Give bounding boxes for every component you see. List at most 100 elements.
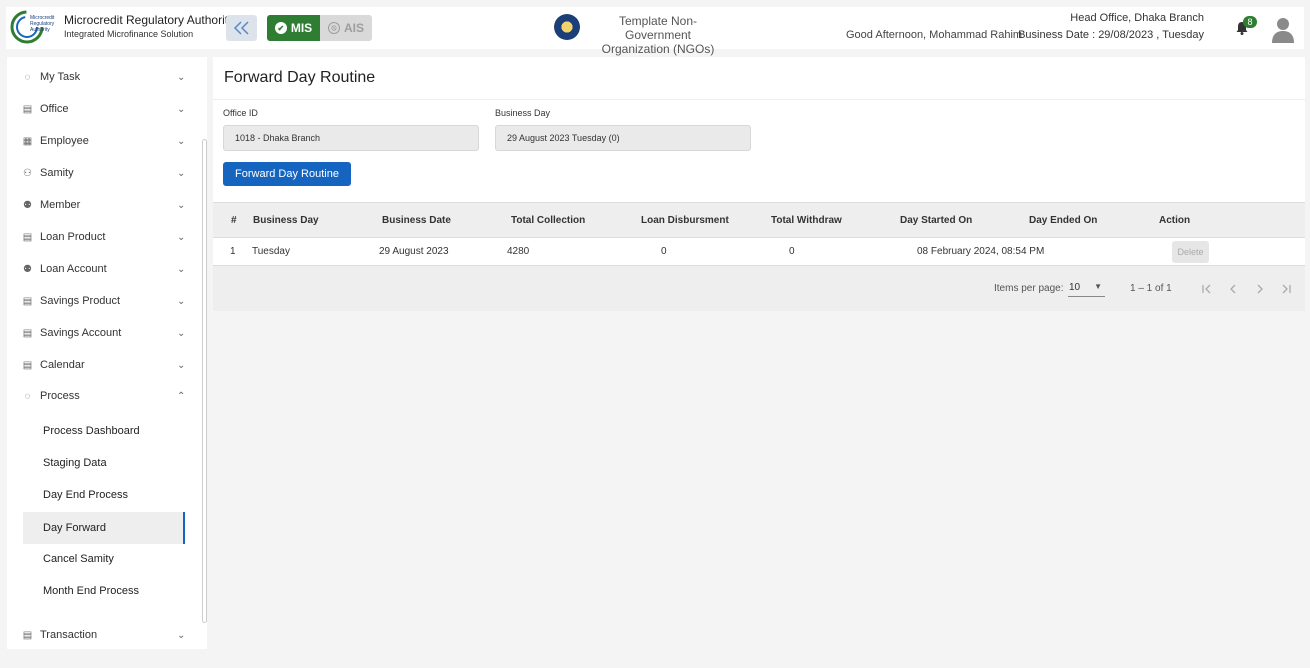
sidebar-item-samity[interactable]: ⚇ Samity ⌄ bbox=[7, 161, 197, 185]
task-icon: ◌ bbox=[24, 71, 31, 83]
office-id-field[interactable]: 1018 - Dhaka Branch bbox=[223, 125, 479, 151]
column-header: Loan Disbursment bbox=[641, 215, 729, 226]
column-header: Total Collection bbox=[511, 215, 586, 226]
column-header: Action bbox=[1159, 215, 1191, 226]
sidebar-item-member[interactable]: ⚉ Member ⌄ bbox=[7, 193, 197, 217]
notification-badge: 8 bbox=[1243, 16, 1257, 28]
member-icon: ⚉ bbox=[23, 199, 32, 211]
page-title: Forward Day Routine bbox=[224, 69, 376, 86]
sidebar-subitem-day-end-process[interactable]: Day End Process bbox=[23, 479, 185, 511]
main-panel: Forward Day Routine Office ID 1018 - Dha… bbox=[213, 57, 1305, 311]
forward-day-routine-button[interactable]: Forward Day Routine bbox=[223, 162, 351, 186]
sidebar-item-label: Process bbox=[40, 390, 80, 402]
office-id-label: Office ID bbox=[223, 108, 258, 118]
check-icon: ✔ bbox=[274, 22, 287, 34]
sidebar-item-label: Loan Account bbox=[40, 263, 107, 275]
sidebar-item-label: Samity bbox=[40, 167, 74, 179]
sidebar-item-label: Savings Product bbox=[40, 295, 121, 307]
loan-product-icon: ▤ bbox=[22, 231, 33, 243]
column-header: Business Day bbox=[253, 215, 319, 226]
branch-name: Head Office, Dhaka Branch bbox=[1070, 12, 1204, 24]
sidebar-scrollbar[interactable] bbox=[202, 139, 207, 623]
items-per-page-select[interactable]: 10 ▼ bbox=[1068, 280, 1105, 297]
brand-title: Microcredit Regulatory Authority bbox=[64, 13, 235, 27]
business-day-label: Business Day bbox=[495, 108, 551, 118]
chevron-down-icon: ⌄ bbox=[177, 263, 186, 275]
savings-account-icon: ▤ bbox=[22, 327, 33, 339]
chevron-down-icon: ⌄ bbox=[177, 135, 186, 147]
sidebar-subitem-process-dashboard[interactable]: Process Dashboard bbox=[23, 415, 185, 447]
double-chevron-left-icon bbox=[233, 21, 249, 35]
sidebar-subitem-staging-data[interactable]: Staging Data bbox=[23, 447, 185, 479]
column-header: # bbox=[231, 215, 237, 226]
chevron-left-icon bbox=[1230, 284, 1236, 294]
sidebar-subitem-month-end-process[interactable]: Month End Process bbox=[23, 575, 185, 607]
user-avatar-icon[interactable] bbox=[1270, 15, 1296, 43]
cell-total-withdraw: 0 bbox=[789, 246, 795, 257]
ngo-name: Template Non-Government Organization (NG… bbox=[601, 14, 715, 56]
business-day-field[interactable]: 29 August 2023 Tuesday (0) bbox=[495, 125, 751, 151]
sidebar-item-label: Employee bbox=[40, 135, 89, 147]
sidebar-item-calendar[interactable]: ▤ Calendar ⌄ bbox=[7, 353, 197, 377]
first-page-button[interactable] bbox=[1198, 280, 1216, 298]
sidebar-item-label: Office bbox=[40, 103, 69, 115]
paginator: Items per page: 10 ▼ 1 – 1 of 1 bbox=[213, 266, 1305, 311]
chevron-down-icon: ⌄ bbox=[177, 71, 186, 83]
table-header: # Business Day Business Date Total Colle… bbox=[213, 202, 1305, 238]
column-header: Day Started On bbox=[900, 215, 973, 226]
next-page-button[interactable] bbox=[1251, 280, 1269, 298]
chevron-down-icon: ⌄ bbox=[177, 295, 186, 307]
sidebar-item-loan-account[interactable]: ⚉ Loan Account ⌄ bbox=[7, 257, 197, 281]
collapse-sidebar-button[interactable] bbox=[226, 15, 257, 41]
ngo-emblem-icon bbox=[554, 14, 580, 40]
sidebar-item-transaction[interactable]: ▤ Transaction ⌄ bbox=[7, 623, 197, 647]
app-header: Microcredit Regulatory Authority Microcr… bbox=[6, 7, 1304, 56]
sidebar-item-label: Calendar bbox=[40, 359, 85, 371]
sidebar-item-loan-product[interactable]: ▤ Loan Product ⌄ bbox=[7, 225, 197, 249]
chevron-down-icon: ⌄ bbox=[177, 629, 186, 641]
chevron-up-icon: ⌃ bbox=[177, 390, 186, 402]
loan-account-icon: ⚉ bbox=[23, 263, 32, 275]
sidebar-item-office[interactable]: ▤ Office ⌄ bbox=[7, 97, 197, 121]
previous-page-button[interactable] bbox=[1224, 280, 1242, 298]
sidebar-item-label: Transaction bbox=[40, 629, 98, 641]
table-row: 1 Tuesday 29 August 2023 4280 0 0 08 Feb… bbox=[213, 238, 1305, 266]
sidebar-item-employee[interactable]: ▦ Employee ⌄ bbox=[7, 129, 197, 153]
cell-num: 1 bbox=[230, 246, 236, 257]
process-icon: ◌ bbox=[24, 390, 31, 402]
sidebar-item-my-task[interactable]: ◌ My Task ⌄ bbox=[7, 65, 197, 89]
mis-toggle-button[interactable]: ✔ MIS bbox=[267, 15, 320, 41]
mis-label: MIS bbox=[290, 21, 313, 35]
ais-toggle-button[interactable]: ⦸ AIS bbox=[320, 15, 372, 41]
sidebar-item-process[interactable]: ◌ Process ⌃ bbox=[7, 384, 197, 408]
chevron-down-icon: ⌄ bbox=[177, 327, 186, 339]
employee-icon: ▦ bbox=[22, 135, 33, 147]
greeting-text: Good Afternoon, Mohammad Rahim bbox=[846, 29, 1023, 41]
sidebar-subitem-cancel-samity[interactable]: Cancel Samity bbox=[23, 543, 185, 575]
column-header: Business Date bbox=[382, 215, 451, 226]
column-header: Total Withdraw bbox=[771, 215, 842, 226]
cell-total-collection: 4280 bbox=[507, 246, 530, 257]
title-divider bbox=[213, 99, 1305, 100]
chevron-right-icon bbox=[1257, 284, 1263, 294]
chevron-down-icon: ⌄ bbox=[177, 167, 186, 179]
sidebar-item-label: Member bbox=[40, 199, 81, 211]
cell-business-day: Tuesday bbox=[252, 246, 290, 257]
chevron-down-icon: ⌄ bbox=[177, 199, 186, 211]
blocked-icon: ⦸ bbox=[327, 22, 340, 34]
last-page-icon bbox=[1282, 284, 1291, 294]
last-page-button[interactable] bbox=[1277, 280, 1295, 298]
sidebar: ◌ My Task ⌄ ▤ Office ⌄ ▦ Employee ⌄ ⚇ Sa… bbox=[7, 57, 207, 649]
savings-product-icon: ▤ bbox=[22, 295, 33, 307]
delete-button[interactable]: Delete bbox=[1172, 241, 1209, 263]
chevron-down-icon: ⌄ bbox=[177, 103, 186, 115]
samity-icon: ⚇ bbox=[23, 167, 32, 179]
sidebar-item-savings-product[interactable]: ▤ Savings Product ⌄ bbox=[7, 289, 197, 313]
chevron-down-icon: ⌄ bbox=[177, 359, 186, 371]
first-page-icon bbox=[1202, 284, 1211, 294]
sidebar-subitem-day-forward[interactable]: Day Forward bbox=[23, 512, 185, 544]
cell-loan-disbursment: 0 bbox=[661, 246, 667, 257]
sidebar-item-savings-account[interactable]: ▤ Savings Account ⌄ bbox=[7, 321, 197, 345]
business-date: Business Date : 29/08/2023 , Tuesday bbox=[1018, 29, 1204, 41]
sidebar-item-label: Savings Account bbox=[40, 327, 122, 339]
